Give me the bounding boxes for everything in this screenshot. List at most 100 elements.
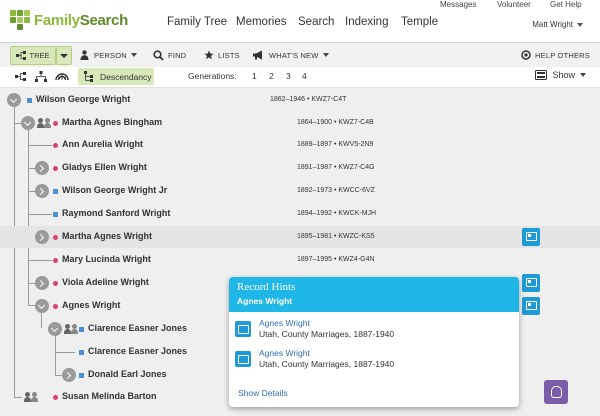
person-menu-label: PERSON [94,50,127,60]
find-button-label: FIND [168,50,187,60]
descendancy-view-button[interactable]: Descendancy [78,68,154,85]
generation-option-4[interactable]: 4 [302,71,307,81]
person-name[interactable]: Ann Aurelia Wright [62,139,143,149]
expand-toggle[interactable] [35,184,49,198]
megaphone-icon [253,50,262,60]
person-name[interactable]: Raymond Sanford Wright [62,208,170,218]
person-name[interactable]: Clarence Easner Jones [88,346,187,356]
help-others-label: HELP OTHERS [535,50,590,60]
nav-search[interactable]: Search [298,16,334,28]
tree-row[interactable]: Gladys Ellen Wright 1891–1987 • KWZ7-C4G [0,157,600,179]
chevron-down-icon [130,53,137,57]
tree-row[interactable]: Wilson George Wright Jr 1892–1973 • KWCC… [0,180,600,202]
tree-toolbar: TREE PERSON FIND LISTS WHAT'S NEW HELP O… [0,42,600,68]
popup-subtitle: Agnes Wright [237,296,293,306]
tree-dropdown-button[interactable] [56,46,72,65]
female-icon [53,304,58,309]
collapse-toggle[interactable] [21,116,35,130]
show-details-link[interactable]: Show Details [238,388,288,398]
person-name[interactable]: Clarence Easner Jones [88,323,187,333]
male-icon [79,350,84,355]
hint-description: Utah, County Marriages, 1887-1940 [259,329,395,339]
record-hint-button[interactable] [522,228,540,246]
person-dates-id: 1892–1973 • KWCC-6VZ [297,187,375,194]
person-name[interactable]: Gladys Ellen Wright [62,162,147,172]
female-icon [53,121,58,126]
tree-button[interactable]: TREE [10,46,56,65]
get-help-link[interactable]: Get Help [550,0,582,9]
expand-toggle[interactable] [35,230,49,244]
person-name[interactable]: Martha Agnes Bingham [62,117,162,127]
collapse-toggle[interactable] [48,322,62,336]
expand-toggle[interactable] [35,276,49,290]
show-menu[interactable]: Show [535,70,586,80]
male-icon [53,189,58,194]
descendancy-icon [84,71,93,82]
person-name[interactable]: Wilson George Wright [36,94,130,104]
person-name[interactable]: Susan Melinda Barton [62,391,157,401]
hint-item[interactable]: Agnes Wright Utah, County Marriages, 188… [235,318,513,340]
female-icon [53,235,58,240]
person-menu[interactable]: PERSON [80,43,137,67]
person-name[interactable]: Viola Adeline Wright [62,277,149,287]
hint-item[interactable]: Agnes Wright Utah, County Marriages, 188… [235,348,513,370]
tree-row[interactable]: Ann Aurelia Wright 1889–1897 • KWV5-2N9 [0,134,600,156]
female-icon [53,281,58,286]
tree-view-icon [16,51,27,60]
search-icon [153,49,164,61]
nav-memories[interactable]: Memories [236,16,286,28]
messages-link[interactable]: Messages [440,0,476,9]
record-hint-button[interactable] [522,297,540,315]
expand-toggle[interactable] [62,368,76,382]
volunteer-link[interactable]: Volunteer [497,0,531,9]
record-hint-button[interactable] [522,274,540,292]
tree-row[interactable]: Martha Agnes Bingham 1864–1900 • KWZ7-C4… [0,112,600,134]
male-icon [79,373,84,378]
person-name[interactable]: Wilson George Wright Jr [62,185,167,195]
tree-button-label: TREE [29,51,50,60]
couple-icon [37,118,51,128]
lists-button[interactable]: LISTS [204,43,240,67]
person-dates-id: 1862–1946 • KWZ7-C4T [270,96,347,103]
fan-chart-icon[interactable] [55,72,69,81]
portrait-view-icon[interactable] [35,71,47,82]
display-options-icon [535,70,548,80]
person-dates-id: 1895–1981 • KWZC-KS5 [297,233,375,240]
person-name[interactable]: Donald Earl Jones [88,369,167,379]
person-dates-id: 1894–1992 • KWCK-MJH [297,210,377,217]
lightbulb-tip-button[interactable] [544,380,568,404]
person-dates-id: 1891–1987 • KWZ7-C4G [297,164,375,171]
generation-option-2[interactable]: 2 [269,71,274,81]
find-button[interactable]: FIND [153,43,186,67]
hint-name-link[interactable]: Agnes Wright [259,318,310,328]
tree-row[interactable]: Martha Agnes Wright 1895–1981 • KWZC-KS5 [0,226,600,248]
generations-label: Generations: [188,71,237,81]
nav-indexing[interactable]: Indexing [345,16,388,28]
hint-name-link[interactable]: Agnes Wright [259,348,310,358]
familysearch-logo[interactable]: FamilySearch [8,8,128,32]
nav-temple[interactable]: Temple [401,16,438,28]
person-name[interactable]: Martha Agnes Wright [62,231,152,241]
male-icon [53,212,58,217]
help-others-button[interactable]: HELP OTHERS [521,43,590,67]
person-name[interactable]: Agnes Wright [62,300,120,310]
tree-row[interactable]: Mary Lucinda Wright 1897–1995 • KWZ4-G4N [0,249,600,271]
female-icon [53,143,58,148]
site-header: FamilySearch Messages Volunteer Get Help… [0,0,600,42]
record-hint-icon [235,321,251,337]
chevron-down-icon [322,53,329,57]
tree-row[interactable]: Raymond Sanford Wright 1894–1992 • KWCK-… [0,203,600,225]
nav-family-tree[interactable]: Family Tree [167,16,227,28]
expand-toggle[interactable] [35,161,49,175]
generation-option-1[interactable]: 1 [252,71,257,81]
collapse-toggle[interactable] [7,93,21,107]
whats-new-menu[interactable]: WHAT'S NEW [252,43,329,67]
generation-option-3[interactable]: 3 [286,71,291,81]
user-menu[interactable]: Matt Wright [532,20,583,29]
descendancy-label: Descendancy [100,71,152,82]
star-icon [204,50,214,60]
person-name[interactable]: Mary Lucinda Wright [62,254,151,264]
landscape-view-icon[interactable] [15,72,27,82]
collapse-toggle[interactable] [35,299,49,313]
tree-row[interactable]: Wilson George Wright 1862–1946 • KWZ7-C4… [0,89,600,111]
